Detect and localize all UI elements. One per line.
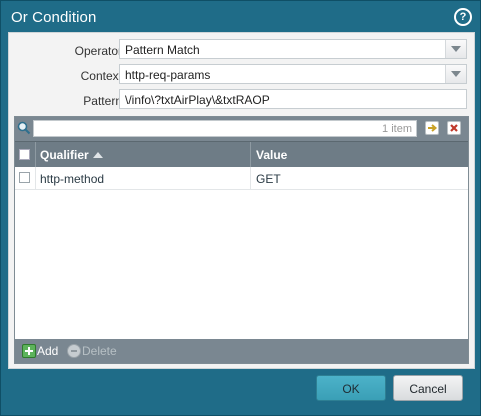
column-header-qualifier[interactable]: Qualifier bbox=[40, 142, 103, 168]
column-divider[interactable] bbox=[250, 142, 251, 168]
operator-select[interactable]: Pattern Match bbox=[119, 39, 467, 59]
chevron-down-icon bbox=[451, 46, 461, 52]
context-select[interactable]: http-req-params bbox=[119, 64, 467, 84]
cell-value: GET bbox=[256, 172, 281, 186]
delete-button-label: Delete bbox=[82, 344, 117, 358]
arrow-right-icon bbox=[428, 124, 438, 132]
ok-button[interactable]: OK bbox=[316, 375, 386, 401]
column-header-qualifier-label: Qualifier bbox=[40, 148, 89, 162]
operator-dropdown-button[interactable] bbox=[445, 40, 466, 58]
row-checkbox[interactable] bbox=[19, 172, 30, 183]
grid-header: Qualifier Value bbox=[15, 141, 468, 168]
item-count: 1 item bbox=[382, 123, 412, 135]
dialog-title-bar: Or Condition ? bbox=[1, 1, 480, 33]
clear-filter-button[interactable] bbox=[447, 121, 461, 135]
pattern-input[interactable]: \/info\?txtAirPlay\&txtRAOP bbox=[119, 89, 467, 109]
table-row[interactable]: http-method GET bbox=[15, 167, 468, 190]
operator-label: Operator bbox=[74, 44, 122, 58]
grid-toolbar: 1 item bbox=[15, 117, 468, 141]
cancel-button[interactable]: Cancel bbox=[393, 375, 463, 401]
column-divider bbox=[35, 167, 36, 189]
qualifier-grid: 1 item Qualifier Value http-method GET A… bbox=[14, 116, 469, 364]
search-icon bbox=[17, 121, 31, 135]
plus-icon bbox=[22, 344, 36, 358]
pattern-label: Pattern bbox=[83, 94, 122, 108]
context-label: Context bbox=[80, 69, 122, 83]
pattern-value: \/info\?txtAirPlay\&txtRAOP bbox=[125, 93, 270, 107]
filter-input[interactable]: 1 item bbox=[33, 120, 417, 137]
select-all-checkbox[interactable] bbox=[19, 149, 30, 160]
cell-qualifier: http-method bbox=[40, 172, 105, 186]
apply-filter-button[interactable] bbox=[425, 121, 439, 135]
grid-footer: Add Delete bbox=[15, 339, 468, 363]
chevron-down-icon bbox=[451, 71, 461, 77]
pattern-row: Pattern \/info\?txtAirPlay\&txtRAOP bbox=[9, 89, 474, 111]
column-header-value[interactable]: Value bbox=[256, 142, 287, 168]
add-button-label: Add bbox=[37, 344, 59, 358]
dialog-title: Or Condition bbox=[11, 9, 97, 26]
column-divider bbox=[250, 167, 251, 189]
dialog-content: Operator Pattern Match Context http-req-… bbox=[8, 32, 475, 369]
operator-row: Operator Pattern Match bbox=[9, 39, 474, 61]
close-icon bbox=[450, 124, 458, 132]
or-condition-dialog: Or Condition ? Operator Pattern Match Co… bbox=[0, 0, 481, 416]
context-dropdown-button[interactable] bbox=[445, 65, 466, 83]
sort-ascending-icon bbox=[92, 152, 103, 158]
help-icon[interactable]: ? bbox=[454, 8, 472, 26]
context-row: Context http-req-params bbox=[9, 64, 474, 86]
context-value: http-req-params bbox=[125, 68, 211, 82]
column-divider bbox=[35, 142, 36, 168]
operator-value: Pattern Match bbox=[125, 43, 200, 57]
minus-icon bbox=[67, 344, 81, 358]
